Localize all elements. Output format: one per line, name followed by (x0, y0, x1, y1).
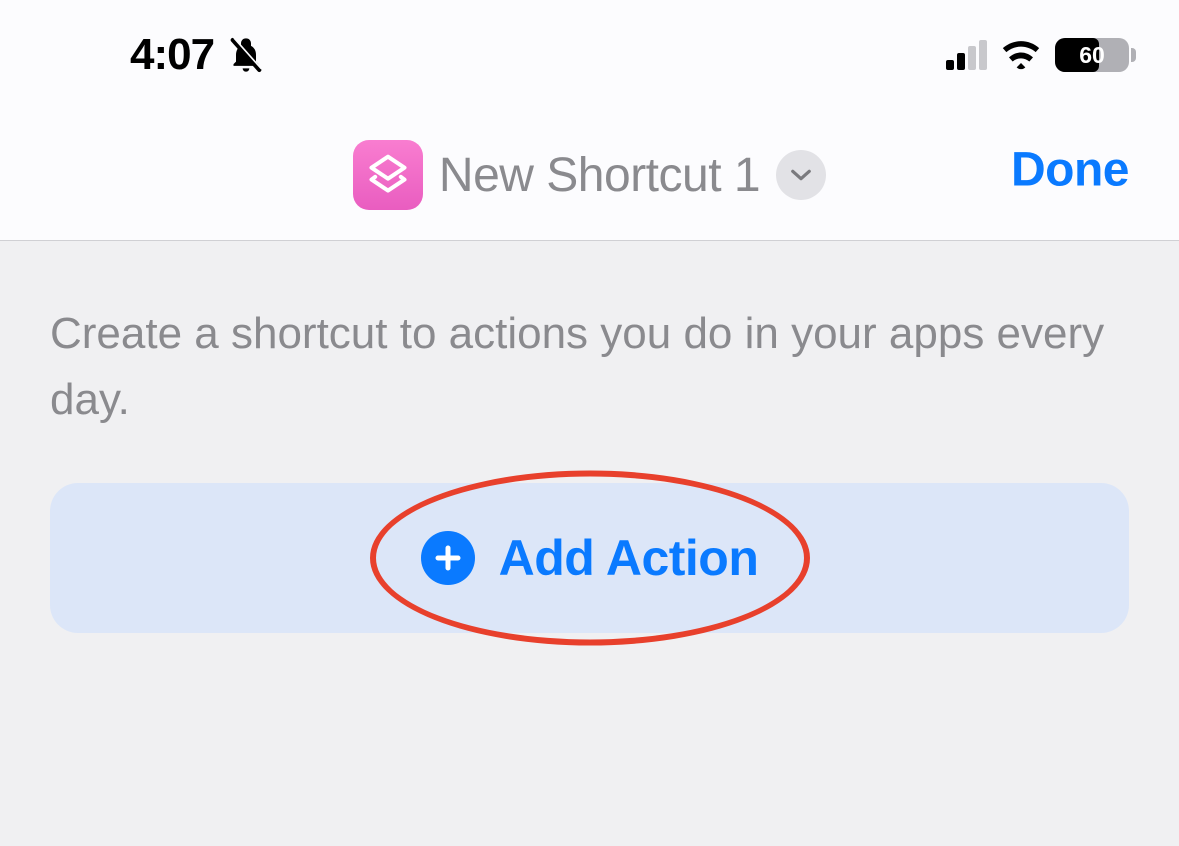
content-area: Create a shortcut to actions you do in y… (0, 241, 1179, 693)
plus-circle-icon (421, 531, 475, 585)
title-chevron-button[interactable] (776, 150, 826, 200)
shortcut-title: New Shortcut 1 (439, 148, 760, 203)
battery-percent: 60 (1055, 38, 1129, 72)
battery-indicator: 60 (1055, 38, 1129, 72)
add-action-wrapper: Add Action (50, 483, 1129, 633)
navigation-bar: New Shortcut 1 Done (0, 100, 1179, 241)
cellular-signal-icon (946, 40, 987, 70)
status-right-group: 60 (946, 38, 1129, 72)
shortcut-title-group[interactable]: New Shortcut 1 (353, 140, 826, 210)
status-time: 4:07 (130, 30, 214, 80)
status-left-group: 4:07 (130, 30, 266, 80)
add-action-label: Add Action (499, 529, 759, 587)
silent-mode-icon (226, 35, 266, 75)
status-bar: 4:07 60 (0, 0, 1179, 100)
shortcuts-app-icon (353, 140, 423, 210)
wifi-icon (1001, 39, 1041, 71)
done-button[interactable]: Done (1011, 143, 1129, 198)
add-action-button[interactable]: Add Action (50, 483, 1129, 633)
hint-text: Create a shortcut to actions you do in y… (50, 301, 1129, 433)
